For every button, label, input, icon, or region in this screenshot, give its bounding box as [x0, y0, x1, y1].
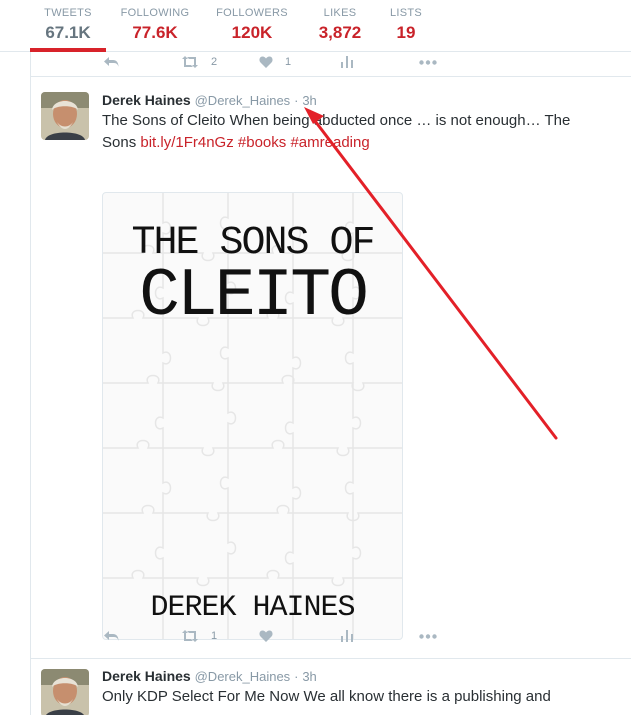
tweet-action-row: 1: [97, 626, 497, 646]
nav-lists-label: LISTS: [389, 7, 423, 19]
retweet-count: 2: [211, 56, 218, 68]
nav-tweets-label: TWEETS: [44, 7, 92, 19]
analytics-icon: [341, 56, 353, 68]
nav-tweets[interactable]: TWEETS 67.1K: [44, 6, 92, 52]
analytics-icon: [341, 630, 353, 642]
tweet[interactable]: Derek Haines @Derek_Haines · 3h Only KDP…: [31, 659, 631, 715]
nav-followers-count: 120K: [231, 23, 273, 42]
tweet-text: The Sons of Cleito When being abducted o…: [102, 110, 612, 154]
nav-following-label: FOLLOWING: [120, 7, 190, 19]
retweet-button[interactable]: 1: [181, 626, 217, 646]
avatar[interactable]: [41, 92, 89, 140]
nav-following-count: 77.6K: [132, 23, 178, 42]
nav-following[interactable]: FOLLOWING 77.6K: [120, 6, 190, 52]
avatar-image: [41, 669, 89, 715]
nav-likes-label: LIKES: [323, 7, 357, 19]
header-separator: ·: [294, 93, 299, 108]
nav-likes-count: 3,872: [318, 23, 362, 42]
like-icon: [259, 56, 273, 68]
reply-icon: [104, 57, 119, 67]
author-name[interactable]: Derek Haines: [102, 668, 191, 684]
reply-button[interactable]: [103, 52, 120, 72]
like-count: 1: [285, 56, 292, 68]
nav-likes[interactable]: LIKES 3,872: [313, 6, 367, 52]
previous-tweet-action-row: 2 1: [97, 52, 497, 72]
nav-tweets-count: 67.1K: [45, 23, 91, 42]
more-icon: [419, 59, 437, 65]
retweet-icon: [182, 56, 198, 68]
retweet-button[interactable]: 2: [181, 52, 217, 72]
nav-followers[interactable]: FOLLOWERS 120K: [215, 6, 289, 52]
retweet-icon: [182, 630, 198, 642]
tweet-header: Derek Haines @Derek_Haines · 3h: [102, 667, 317, 686]
more-button[interactable]: [419, 52, 437, 72]
more-icon: [419, 633, 437, 639]
reply-icon: [104, 631, 119, 641]
tweet-link[interactable]: bit.ly/1Fr4nGz: [140, 134, 233, 151]
book-title-line2: CLEITO: [139, 258, 369, 335]
author-name[interactable]: Derek Haines: [102, 92, 191, 108]
analytics-button[interactable]: [341, 626, 353, 646]
tweet-text-line1: Only KDP Select For Me Now We all know t…: [102, 688, 551, 705]
tweet-text-line2: Sons bit.ly/1Fr4nGz #books #amreading: [102, 132, 612, 154]
tweet-media-image[interactable]: THE SONS OF CLEITO DEREK HAINES: [102, 192, 403, 640]
tweet-text-line1: The Sons of Cleito When being abducted o…: [102, 112, 571, 129]
timeline: 2 1 Derek Haines @Derek_Haines · 3h The …: [30, 52, 631, 715]
analytics-button[interactable]: [341, 52, 353, 72]
avatar-image: [41, 92, 89, 140]
avatar[interactable]: [41, 669, 89, 715]
profile-nav: TWEETS 67.1K FOLLOWING 77.6K FOLLOWERS 1…: [0, 0, 631, 52]
nav-followers-label: FOLLOWERS: [216, 7, 288, 19]
previous-tweet-actions: 2 1: [31, 52, 631, 77]
tweet-timestamp[interactable]: 3h: [302, 669, 316, 684]
hashtag-books[interactable]: #books: [238, 134, 286, 151]
nav-lists[interactable]: LISTS 19: [388, 6, 424, 52]
retweet-count: 1: [211, 630, 218, 642]
like-button[interactable]: [259, 626, 273, 646]
nav-lists-count: 19: [396, 23, 416, 42]
tweet[interactable]: Derek Haines @Derek_Haines · 3h The Sons…: [31, 77, 631, 659]
header-separator: ·: [294, 669, 299, 684]
reply-button[interactable]: [103, 626, 120, 646]
author-handle[interactable]: @Derek_Haines: [195, 669, 291, 684]
book-author: DEREK HAINES: [150, 591, 355, 625]
tweet-header: Derek Haines @Derek_Haines · 3h: [102, 91, 317, 110]
hashtag-amreading[interactable]: #amreading: [290, 134, 369, 151]
tweet-text: Only KDP Select For Me Now We all know t…: [102, 686, 612, 708]
more-button[interactable]: [419, 626, 437, 646]
like-button[interactable]: 1: [259, 52, 291, 72]
like-icon: [259, 630, 273, 642]
tweet-text-prefix: Sons: [102, 134, 141, 151]
author-handle[interactable]: @Derek_Haines: [195, 93, 291, 108]
tweet-timestamp[interactable]: 3h: [302, 93, 316, 108]
